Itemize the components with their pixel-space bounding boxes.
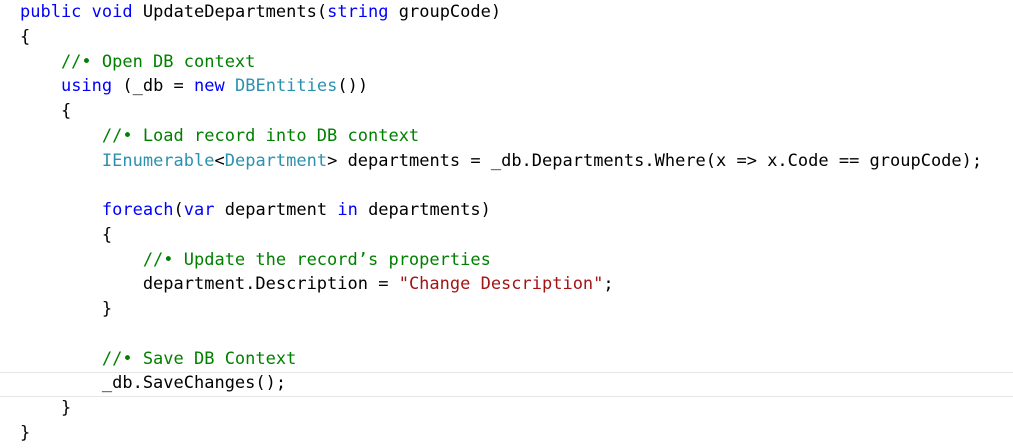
code-token: DBEntities <box>235 76 338 97</box>
code-token: { <box>20 26 31 47</box>
code-line[interactable] <box>20 322 982 347</box>
code-token: < <box>214 150 225 171</box>
code-token: string <box>327 2 389 22</box>
code-token: > departments = _db.Departments.Where(x … <box>327 150 983 171</box>
code-line[interactable]: } <box>20 421 982 446</box>
code-line[interactable]: //• Open DB context <box>20 50 982 75</box>
code-token: "Change Description" <box>398 274 604 295</box>
code-line[interactable]: foreach(var department in departments) <box>20 198 982 223</box>
code-line[interactable]: //• Update the record’s properties <box>20 248 982 273</box>
code-token: department.Description = <box>20 274 399 295</box>
code-line[interactable] <box>20 173 982 198</box>
code-token: (_db = <box>112 76 195 97</box>
code-line[interactable]: _db.SaveChanges(); <box>20 371 982 396</box>
code-token: departments) <box>357 200 491 220</box>
code-token: groupCode) <box>388 2 502 22</box>
code-token: } <box>20 299 113 319</box>
code-text-area[interactable]: public void UpdateDepartments(string gro… <box>20 0 982 446</box>
code-line[interactable]: //• Save DB Context <box>20 347 982 372</box>
code-token: } <box>20 422 31 443</box>
code-token: foreach <box>101 200 174 220</box>
code-token: IEnumerable <box>101 150 215 171</box>
code-line[interactable]: { <box>20 99 982 124</box>
code-line[interactable]: { <box>20 223 982 248</box>
code-token: UpdateDepartments( <box>132 2 328 22</box>
code-token: in <box>337 200 358 220</box>
code-token: //• Load record into DB context <box>20 125 420 146</box>
code-token: _db.SaveChanges(); <box>20 373 287 394</box>
code-line[interactable]: IEnumerable<Department> departments = _d… <box>20 149 982 174</box>
code-token: { <box>20 224 113 245</box>
code-token: //• Update the record’s properties <box>20 249 491 270</box>
code-token: //• Save DB Context <box>20 348 297 369</box>
code-editor[interactable]: public void UpdateDepartments(string gro… <box>0 0 1013 448</box>
code-token: var <box>183 200 215 220</box>
code-line[interactable]: public void UpdateDepartments(string gro… <box>20 0 982 25</box>
code-line[interactable]: { <box>20 25 982 50</box>
code-line[interactable]: //• Load record into DB context <box>20 124 982 149</box>
code-token: } <box>20 398 72 418</box>
code-token: department <box>214 200 338 220</box>
code-token: using <box>60 76 113 97</box>
code-token: new <box>194 76 225 97</box>
code-token: Department <box>224 150 328 171</box>
code-token: void <box>91 2 133 22</box>
code-line[interactable]: department.Description = "Change Descrip… <box>20 272 982 297</box>
code-token: { <box>20 101 72 121</box>
code-token: //• Open DB context <box>20 51 256 72</box>
code-line[interactable]: } <box>20 297 982 322</box>
code-token: ()) <box>337 76 369 97</box>
code-token: public <box>20 2 82 22</box>
code-token: ( <box>173 200 184 220</box>
code-line[interactable]: } <box>20 396 982 421</box>
code-line[interactable]: using (_db = new DBEntities()) <box>20 74 982 99</box>
code-token: ; <box>603 274 614 295</box>
